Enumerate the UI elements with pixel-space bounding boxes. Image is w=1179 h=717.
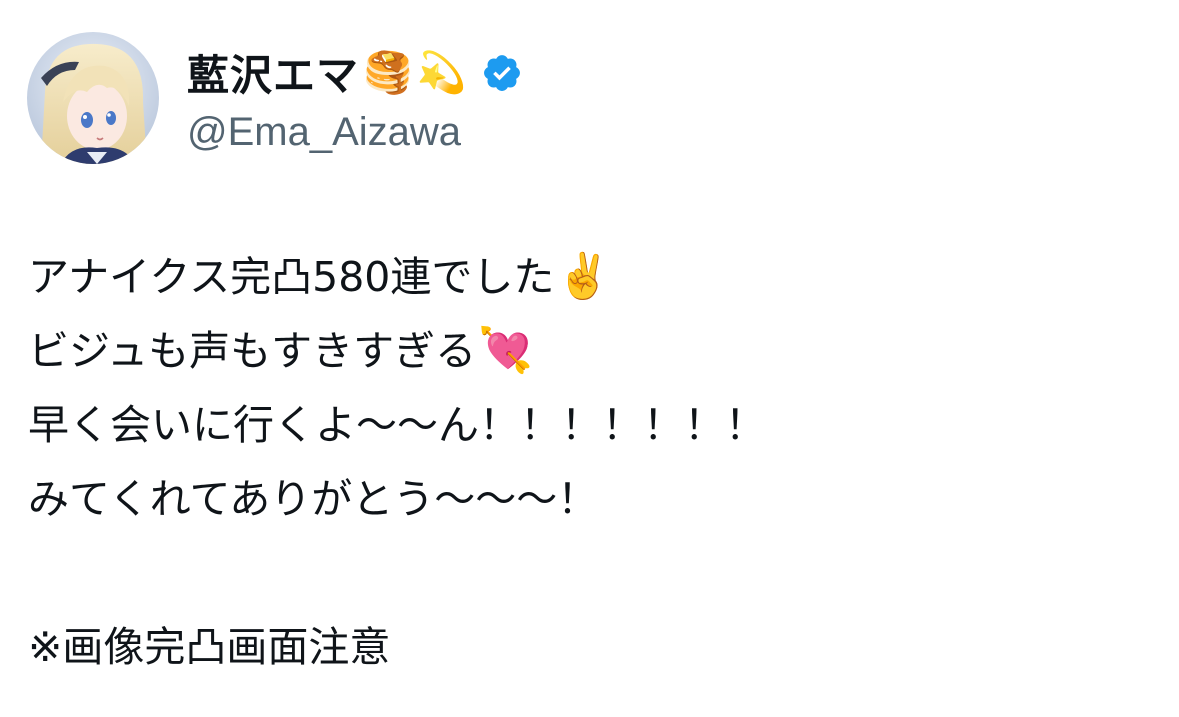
dizzy-star-icon: 💫 xyxy=(416,49,467,96)
author-handle[interactable]: @Ema_Aizawa xyxy=(187,110,523,155)
tweet-line-text: ※画像完凸画面注意 xyxy=(28,623,391,671)
display-name[interactable]: 藍沢エマ xyxy=(187,42,359,103)
tweet-line: みてくれてありがとう〜〜〜！ xyxy=(28,462,1158,536)
tweet-line: ※画像完凸画面注意 xyxy=(28,610,1158,684)
tweet-text: アナイクス完凸580連でした✌️ ビジュも声もすきすぎる💘 早く会いに行くよ〜〜… xyxy=(28,240,1158,684)
verified-badge-icon[interactable] xyxy=(481,52,523,94)
tweet-line-text: ビジュも声もすきすぎる xyxy=(28,327,477,375)
name-row: 藍沢エマ 🥞 💫 xyxy=(187,42,523,104)
author-info: 藍沢エマ 🥞 💫 @Ema_Aizawa xyxy=(187,42,523,155)
pancakes-icon: 🥞 xyxy=(363,49,413,96)
avatar[interactable] xyxy=(27,32,159,164)
tweet-header: 藍沢エマ 🥞 💫 @Ema_Aizawa xyxy=(27,32,523,164)
heart-with-arrow-icon: 💘 xyxy=(478,325,533,376)
tweet-line-text: 早く会いに行くよ〜〜ん！！！！！！！ xyxy=(28,401,766,449)
tweet-line-text: アナイクス完凸580連でした xyxy=(28,253,555,301)
tweet-line: ビジュも声もすきすぎる💘 xyxy=(28,314,1158,388)
tweet-line-text: みてくれてありがとう〜〜〜！ xyxy=(28,475,599,523)
victory-hand-icon: ✌️ xyxy=(556,251,612,302)
tweet-line: アナイクス完凸580連でした✌️ xyxy=(28,240,1158,314)
tweet-line: 早く会いに行くよ〜〜ん！！！！！！！ xyxy=(28,388,1158,462)
